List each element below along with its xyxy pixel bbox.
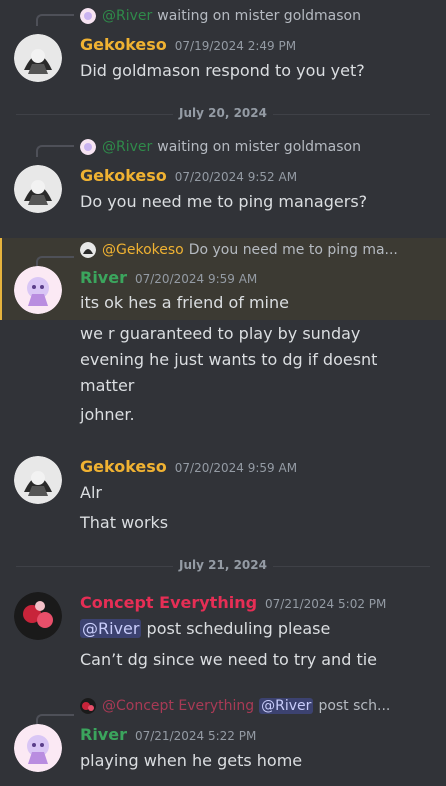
gekokeso-avatar[interactable]	[14, 34, 62, 82]
river-mini-avatar-icon	[80, 8, 96, 24]
date-divider-text: July 20, 2024	[173, 106, 273, 120]
author-name-text[interactable]: Gekokeso	[80, 457, 167, 476]
message-text: Did goldmason respond to you yet?	[80, 61, 365, 80]
concept-everything-mini-avatar-icon	[80, 698, 96, 714]
reply-inner-mention[interactable]: @River	[259, 698, 314, 714]
reply-text: Do you need me to ping ma...	[188, 242, 398, 258]
author-name-text[interactable]: Concept Everything	[80, 593, 257, 612]
message-text: Can’t dg since we need to try and tie	[80, 650, 377, 669]
author-name[interactable]: Gekokeso 07/20/2024 9:59 AM	[80, 457, 297, 476]
author-name-text[interactable]: River	[80, 268, 127, 287]
gekokeso-avatar-icon	[14, 34, 62, 82]
gekokeso-avatar[interactable]	[14, 456, 62, 504]
timestamp: 07/20/2024 9:59 AM	[174, 461, 298, 475]
author-name-text[interactable]: Gekokeso	[80, 166, 167, 185]
river-avatar-icon	[14, 266, 62, 314]
author-name[interactable]: River 07/21/2024 5:22 PM	[80, 725, 256, 744]
river-avatar-icon	[14, 724, 62, 772]
date-divider-label: July 21, 2024	[0, 558, 446, 572]
reply-text: waiting on mister goldmason	[157, 8, 361, 24]
timestamp: 07/21/2024 5:02 PM	[265, 597, 387, 611]
reply-connector	[36, 145, 74, 157]
message-text: @River post scheduling please	[80, 616, 420, 642]
date-divider-label: July 20, 2024	[0, 106, 446, 120]
gekokeso-avatar[interactable]	[14, 165, 62, 213]
reply-preview[interactable]: @River waiting on mister goldmason	[80, 137, 361, 157]
gekokeso-mini-avatar-icon	[80, 242, 96, 258]
message-text: we r guaranteed to play by sunday evenin…	[80, 324, 378, 395]
river-avatar[interactable]	[14, 266, 62, 314]
reply-preview[interactable]: @Gekokeso Do you need me to ping ma...	[80, 240, 398, 260]
reply-mention[interactable]: @Gekokeso	[102, 242, 184, 258]
message-text: playing when he gets home	[80, 751, 303, 770]
reply-text: waiting on mister goldmason	[157, 139, 361, 155]
author-name-text[interactable]: Gekokeso	[80, 35, 167, 54]
river-mini-avatar-icon	[80, 139, 96, 155]
message-text: Do you need me to ping managers?	[80, 192, 368, 211]
reply-preview[interactable]: @River waiting on mister goldmason	[80, 6, 361, 26]
timestamp: 07/20/2024 9:59 AM	[134, 272, 258, 286]
gekokeso-avatar-icon	[14, 456, 62, 504]
reply-text: post sch...	[318, 698, 391, 714]
reply-connector	[36, 14, 74, 26]
timestamp: 07/21/2024 5:22 PM	[134, 729, 257, 743]
reply-preview[interactable]: @Concept Everything @River post sch...	[80, 696, 390, 716]
message-text: its ok hes a friend of mine	[80, 293, 289, 312]
message-text: johner.	[80, 405, 135, 424]
author-name-text[interactable]: River	[80, 725, 127, 744]
reply-mention[interactable]: @River	[102, 8, 152, 24]
message-text: That works	[80, 513, 169, 532]
reply-mention[interactable]: @River	[102, 139, 152, 155]
gekokeso-avatar-icon	[14, 165, 62, 213]
author-name[interactable]: Gekokeso 07/20/2024 9:52 AM	[80, 166, 297, 185]
timestamp: 07/20/2024 9:52 AM	[174, 170, 298, 184]
reply-mention[interactable]: @Concept Everything	[102, 698, 254, 714]
author-name[interactable]: River 07/20/2024 9:59 AM	[80, 268, 257, 287]
date-divider-text: July 21, 2024	[173, 558, 273, 572]
author-name[interactable]: Concept Everything 07/21/2024 5:02 PM	[80, 593, 386, 612]
author-name[interactable]: Gekokeso 07/19/2024 2:49 PM	[80, 35, 296, 54]
river-avatar[interactable]	[14, 724, 62, 772]
message-text-content: post scheduling please	[146, 619, 331, 638]
message-text: Alr	[80, 483, 102, 502]
user-mention[interactable]: @River	[80, 619, 142, 638]
concept-everything-avatar[interactable]	[14, 592, 62, 640]
concept-everything-avatar-icon	[14, 592, 62, 640]
timestamp: 07/19/2024 2:49 PM	[174, 39, 297, 53]
